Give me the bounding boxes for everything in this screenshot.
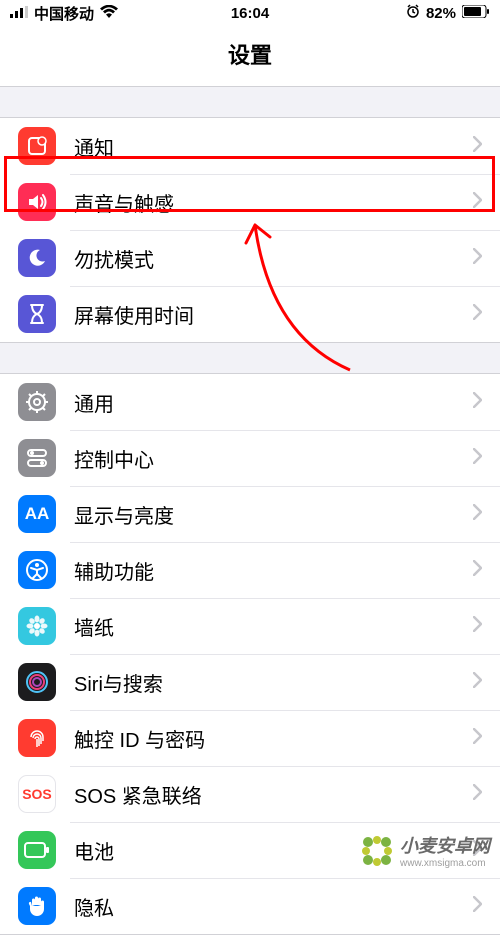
chevron-right-icon: [473, 504, 482, 525]
watermark-site: www.xmsigma.com: [400, 858, 490, 869]
hand-icon: [18, 887, 56, 925]
status-bar: 中国移动 16:04 82%: [0, 0, 500, 26]
group-spacer: [0, 343, 500, 373]
row-label: Siri与搜索: [74, 668, 473, 697]
chevron-right-icon: [473, 304, 482, 325]
chevron-right-icon: [473, 672, 482, 693]
row-label: SOS 紧急联络: [74, 780, 473, 809]
chevron-right-icon: [473, 192, 482, 213]
page-title: 设置: [0, 26, 500, 87]
row-siri[interactable]: Siri与搜索: [0, 654, 500, 710]
row-label: 通知: [74, 132, 473, 161]
row-label: 声音与触感: [74, 188, 473, 217]
row-display[interactable]: AA 显示与亮度: [0, 486, 500, 542]
row-sounds[interactable]: 声音与触感: [0, 174, 500, 230]
row-label: 隐私: [74, 892, 473, 921]
row-controlcenter[interactable]: 控制中心: [0, 430, 500, 486]
flower-icon: [18, 607, 56, 645]
settings-group-1: 通知 声音与触感 勿扰模式 屏幕使用时间: [0, 117, 500, 343]
status-time: 16:04: [231, 5, 269, 22]
row-label: 显示与亮度: [74, 500, 473, 529]
fingerprint-icon: [18, 719, 56, 757]
chevron-right-icon: [473, 392, 482, 413]
sos-icon: SOS: [18, 775, 56, 813]
row-notifications[interactable]: 通知: [0, 118, 500, 174]
hourglass-icon: [18, 295, 56, 333]
row-privacy[interactable]: 隐私: [0, 878, 500, 934]
sound-icon: [18, 183, 56, 221]
gear-icon: [18, 383, 56, 421]
chevron-right-icon: [473, 784, 482, 805]
battery-icon: [18, 831, 56, 869]
accessibility-icon: [18, 551, 56, 589]
moon-icon: [18, 239, 56, 277]
row-general[interactable]: 通用: [0, 374, 500, 430]
chevron-right-icon: [473, 136, 482, 157]
chevron-right-icon: [473, 728, 482, 749]
row-sos[interactable]: SOS SOS 紧急联络: [0, 766, 500, 822]
row-label: 通用: [74, 388, 473, 417]
alarm-icon: [406, 4, 420, 22]
row-touchid[interactable]: 触控 ID 与密码: [0, 710, 500, 766]
row-wallpaper[interactable]: 墙纸: [0, 598, 500, 654]
row-label: 屏幕使用时间: [74, 300, 473, 329]
switches-icon: [18, 439, 56, 477]
watermark-logo-icon: [360, 834, 394, 868]
battery-status-icon: [462, 5, 490, 22]
battery-pct-label: 82%: [426, 5, 456, 22]
carrier-label: 中国移动: [34, 3, 94, 24]
row-accessibility[interactable]: 辅助功能: [0, 542, 500, 598]
row-label: 控制中心: [74, 444, 473, 473]
row-label: 勿扰模式: [74, 244, 473, 273]
status-left: 中国移动: [10, 3, 118, 24]
row-label: 墙纸: [74, 612, 473, 641]
chevron-right-icon: [473, 248, 482, 269]
chevron-right-icon: [473, 560, 482, 581]
notification-icon: [18, 127, 56, 165]
row-screentime[interactable]: 屏幕使用时间: [0, 286, 500, 342]
wifi-icon: [100, 5, 118, 22]
signal-icon: [10, 5, 28, 22]
chevron-right-icon: [473, 448, 482, 469]
row-dnd[interactable]: 勿扰模式: [0, 230, 500, 286]
siri-icon: [18, 663, 56, 701]
row-label: 触控 ID 与密码: [74, 724, 473, 753]
chevron-right-icon: [473, 896, 482, 917]
status-right: 82%: [406, 4, 490, 22]
watermark: 小麦安卓网 www.xmsigma.com: [360, 832, 490, 869]
aa-icon: AA: [18, 495, 56, 533]
row-label: 辅助功能: [74, 556, 473, 585]
chevron-right-icon: [473, 616, 482, 637]
group-spacer: [0, 87, 500, 117]
watermark-text: 小麦安卓网: [400, 832, 490, 858]
